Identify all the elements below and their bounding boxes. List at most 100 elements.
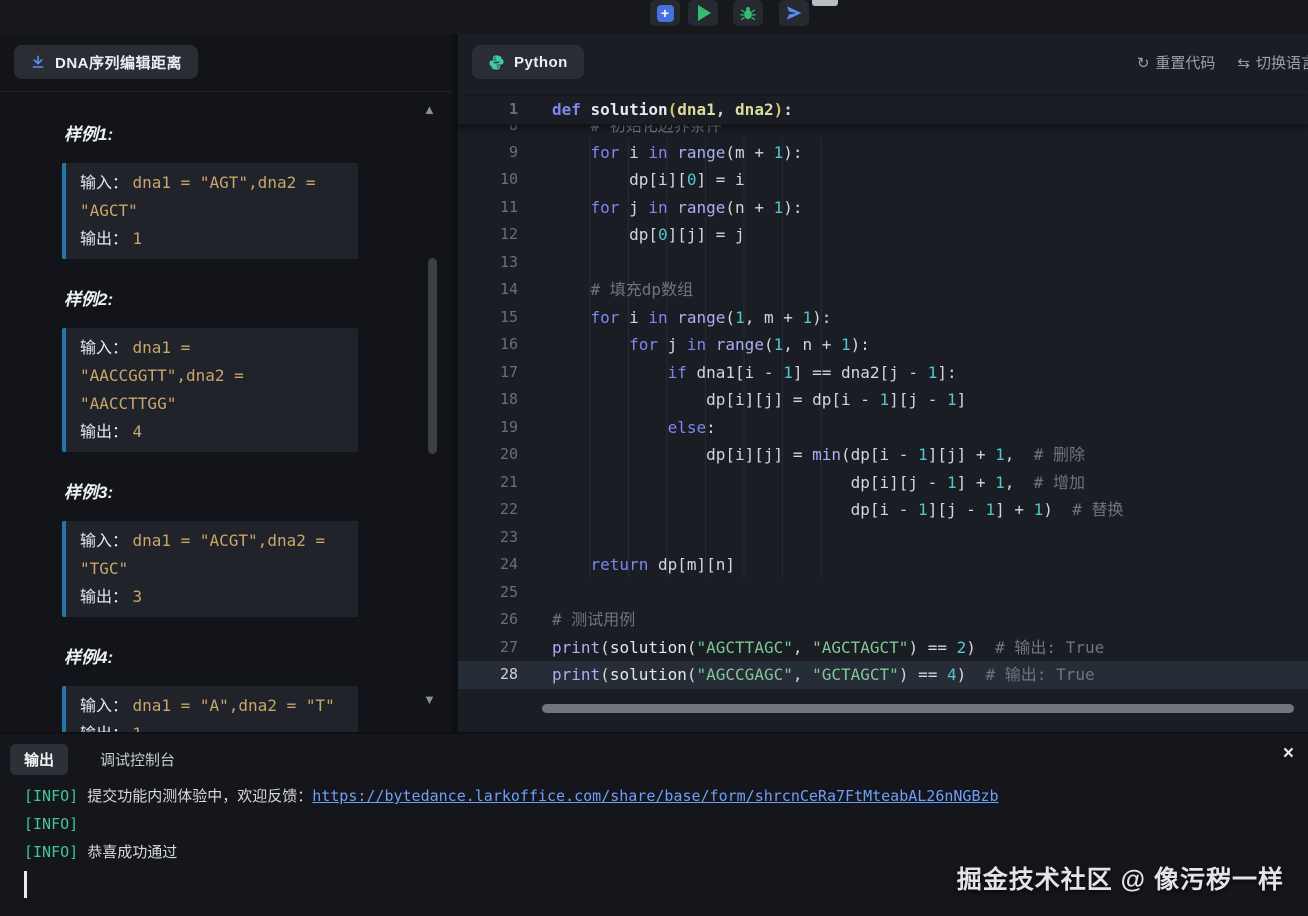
problem-title: DNA序列编辑距离: [55, 52, 182, 73]
code-line[interactable]: 16 for j in range(1, n + 1):: [458, 331, 1308, 359]
line-number: 21: [458, 469, 518, 497]
tab-debug-console[interactable]: 调试控制台: [100, 749, 175, 770]
line-number: 15: [458, 304, 518, 332]
line-number: 24: [458, 551, 518, 579]
code-line[interactable]: 14 # 填充dp数组: [458, 276, 1308, 304]
send-icon: [785, 4, 803, 22]
line-number: 26: [458, 606, 518, 634]
line-number: 9: [458, 139, 518, 167]
code-line[interactable]: 25: [458, 579, 1308, 607]
sample-row: 输出： 4: [80, 418, 344, 446]
code-text: def solution(dna1, dna2):: [552, 96, 793, 124]
line-number: 18: [458, 386, 518, 414]
run-button[interactable]: [688, 0, 718, 26]
problem-scrollbar-thumb[interactable]: [428, 258, 437, 454]
scroll-down-icon[interactable]: ▼: [423, 692, 436, 707]
code-line[interactable]: 18 dp[i][j] = dp[i - 1][j - 1]: [458, 386, 1308, 414]
sample-block: 输入： dna1 = "A",dna2 = "T"输出： 1: [62, 686, 358, 732]
add-button[interactable]: +: [650, 0, 680, 26]
code-text: for j in range(1, n + 1):: [552, 331, 870, 359]
debug-button[interactable]: [733, 0, 763, 26]
code-line[interactable]: 19 else:: [458, 414, 1308, 442]
line-number: 23: [458, 524, 518, 552]
line-number: 8: [458, 125, 518, 139]
code-line[interactable]: 17 if dna1[i - 1] == dna2[j - 1]:: [458, 359, 1308, 387]
reset-code-label: 重置代码: [1155, 52, 1215, 73]
sample-block: 输入： dna1 ="AACCGGTT",dna2 ="AACCTTGG"输出：…: [62, 328, 358, 452]
sample-row: 输入： dna1 = "A",dna2 = "T": [80, 692, 344, 720]
code-line[interactable]: 15 for i in range(1, m + 1):: [458, 304, 1308, 332]
code-text: for i in range(m + 1):: [552, 139, 803, 167]
tab-output[interactable]: 输出: [10, 744, 68, 775]
code-line[interactable]: 26# 测试用例: [458, 606, 1308, 634]
code-text: dp[0][j] = j: [552, 221, 745, 249]
editor-hscrollbar-thumb[interactable]: [542, 704, 1294, 713]
code-line[interactable]: 21 dp[i][j - 1] + 1, # 增加: [458, 469, 1308, 497]
line-number: 12: [458, 221, 518, 249]
log-level-tag: [INFO]: [24, 787, 78, 805]
code-text: for j in range(n + 1):: [552, 194, 803, 222]
reset-code-button[interactable]: ↻ 重置代码: [1137, 52, 1216, 73]
reset-icon: ↻: [1137, 54, 1150, 72]
samples: 样例1:输入： dna1 = "AGT",dna2 ="AGCT"输出： 1样例…: [0, 91, 452, 732]
feedback-link[interactable]: https://bytedance.larkoffice.com/share/b…: [312, 787, 998, 805]
code-text: dp[i - 1][j - 1] + 1) # 替换: [552, 496, 1123, 524]
code-line[interactable]: 13: [458, 249, 1308, 277]
line-number: 22: [458, 496, 518, 524]
clipped-code-line[interactable]: 8 # 初始化边界条件: [458, 125, 1308, 139]
sample-row: 输入： dna1 = "AGT",dna2 =: [80, 169, 344, 197]
switch-language-button[interactable]: ⇆ 切换语言: [1237, 52, 1308, 73]
close-icon[interactable]: ×: [1283, 744, 1294, 763]
code-text: return dp[m][n]: [552, 551, 735, 579]
code-line[interactable]: 27print(solution("AGCTTAGC", "AGCTAGCT")…: [458, 634, 1308, 662]
code-line[interactable]: 20 dp[i][j] = min(dp[i - 1][j] + 1, # 删除: [458, 441, 1308, 469]
sample-row: "AACCGGTT",dna2 =: [80, 362, 344, 390]
console-line: [INFO]: [24, 810, 1308, 838]
code-text: dp[i][0] = i: [552, 166, 745, 194]
code-text: for i in range(1, m + 1):: [552, 304, 831, 332]
console-tabs: 输出 调试控制台 ×: [0, 734, 1308, 778]
problem-panel-header: DNA序列编辑距离: [0, 34, 452, 92]
editor-panel: Python ↻ 重置代码 ⇆ 切换语言 1 def solution(dna1…: [458, 34, 1308, 732]
log-level-tag: [INFO]: [24, 815, 78, 833]
tooltip-fragment: [812, 0, 838, 6]
sample-row: 输出： 1: [80, 225, 344, 253]
switch-language-label: 切换语言: [1256, 52, 1308, 73]
code-editor[interactable]: 1 def solution(dna1, dna2): 8 # 初始化边界条件 …: [458, 91, 1308, 732]
code-text: # 初始化边界条件: [552, 125, 722, 139]
language-label: Python: [514, 54, 568, 71]
log-level-tag: [INFO]: [24, 843, 78, 861]
code-line[interactable]: 24 return dp[m][n]: [458, 551, 1308, 579]
switch-icon: ⇆: [1237, 54, 1250, 72]
line-number: 27: [458, 634, 518, 662]
code-line[interactable]: 23: [458, 524, 1308, 552]
code-line[interactable]: 9 for i in range(m + 1):: [458, 139, 1308, 167]
sample-heading: 样例3:: [64, 478, 452, 503]
python-icon: [488, 54, 505, 71]
submit-button[interactable]: [779, 0, 809, 26]
code-line[interactable]: 10 dp[i][0] = i: [458, 166, 1308, 194]
sticky-code-line[interactable]: 1 def solution(dna1, dna2):: [458, 96, 1308, 125]
sample-row: 输出： 1: [80, 720, 344, 732]
code-line[interactable]: 28print(solution("AGCCGAGC", "GCTAGCT") …: [458, 661, 1308, 689]
code-lines: 9 for i in range(m + 1):10 dp[i][0] = i1…: [458, 139, 1308, 689]
code-line[interactable]: 22 dp[i - 1][j - 1] + 1) # 替换: [458, 496, 1308, 524]
sample-row: 输入： dna1 = "ACGT",dna2 =: [80, 527, 344, 555]
sample-heading: 样例1:: [64, 120, 452, 145]
line-number: 14: [458, 276, 518, 304]
editor-actions: ↻ 重置代码 ⇆ 切换语言: [1137, 34, 1308, 91]
line-number: 11: [458, 194, 518, 222]
sample-block: 输入： dna1 = "ACGT",dna2 ="TGC"输出： 3: [62, 521, 358, 617]
scroll-up-icon[interactable]: ▲: [423, 102, 436, 117]
code-text: print(solution("AGCCGAGC", "GCTAGCT") ==…: [552, 661, 1095, 689]
code-line[interactable]: 11 for j in range(n + 1):: [458, 194, 1308, 222]
console-line: [INFO]提交功能内测体验中，欢迎反馈：https://bytedance.l…: [24, 782, 1308, 810]
sample-row: 输出： 3: [80, 583, 344, 611]
sample-row: "AACCTTGG": [80, 390, 344, 418]
problem-tab[interactable]: DNA序列编辑距离: [14, 45, 198, 79]
line-number: 1: [458, 96, 518, 124]
code-line[interactable]: 12 dp[0][j] = j: [458, 221, 1308, 249]
code-text: else:: [552, 414, 716, 442]
sample-row: "AGCT": [80, 197, 344, 225]
language-tab[interactable]: Python: [472, 45, 584, 79]
